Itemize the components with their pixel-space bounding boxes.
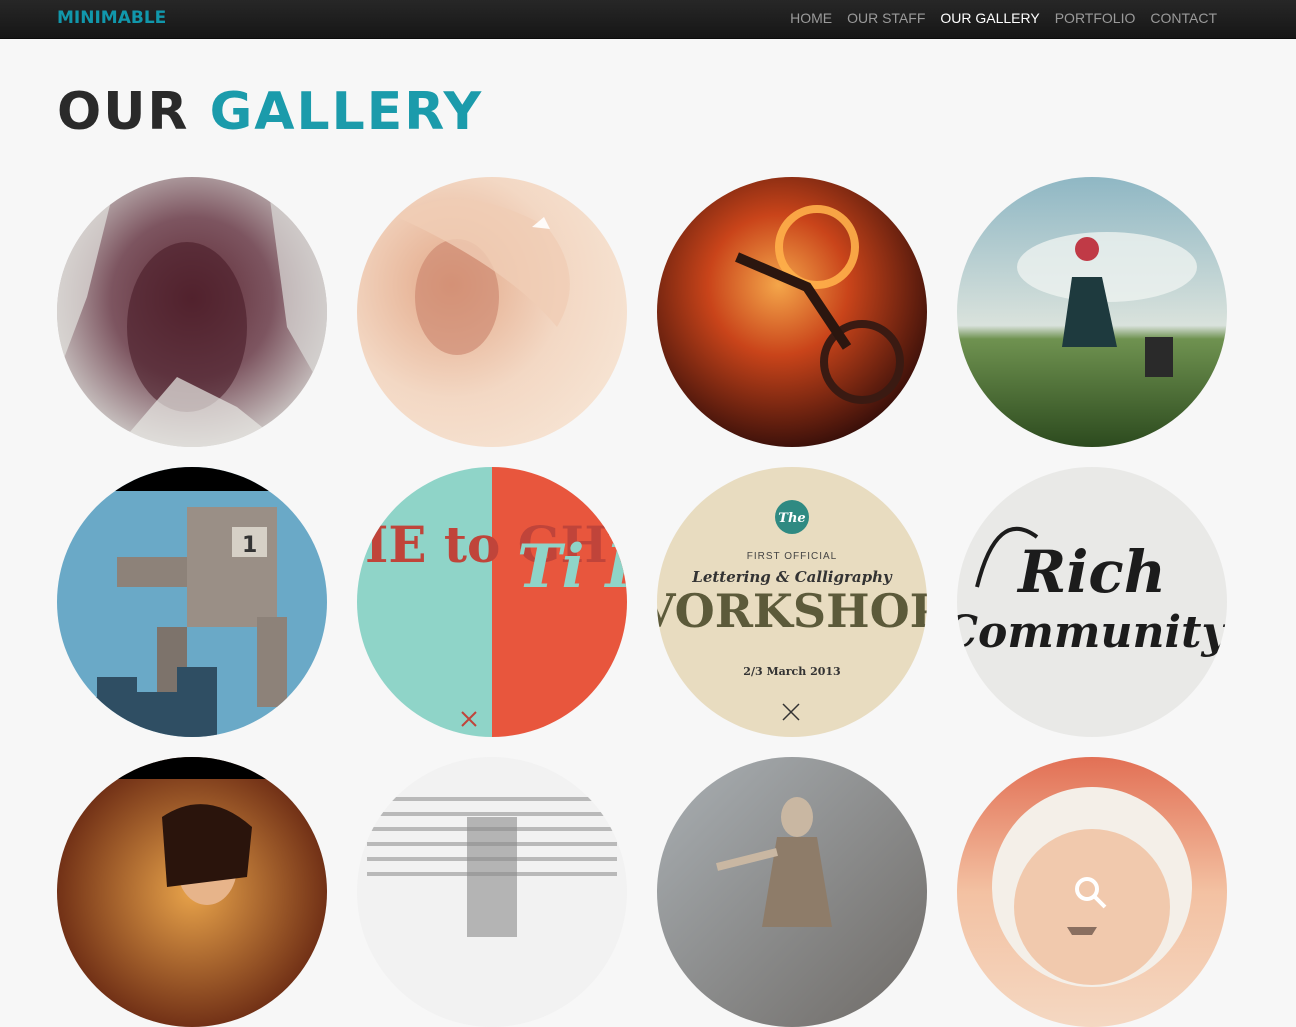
gallery-item-field-woman[interactable] [957, 177, 1227, 447]
gallery-item-lettering-workshop[interactable]: The FIRST OFFICIAL Lettering & Calligrap… [657, 467, 927, 737]
page-title-part1: OUR [57, 82, 190, 142]
poster-right-text: Ti Fi [517, 532, 627, 602]
gallery-item-dancer[interactable] [657, 757, 927, 1027]
calligraphy-line1: Rich [1016, 538, 1166, 606]
brand-logo[interactable]: MINIMABLE [57, 8, 166, 28]
gallery-item-calligraphy-logo[interactable]: Rich Community [957, 467, 1227, 737]
top-navbar: MINIMABLE HOME OUR STAFF OUR GALLERY POR… [0, 0, 1296, 39]
robot-number-label: 1 [242, 533, 257, 558]
nav-item-home[interactable]: HOME [790, 10, 832, 26]
nav-item-portfolio[interactable]: PORTFOLIO [1055, 10, 1136, 26]
workshop-badge: The [778, 511, 805, 526]
page-title: OUR GALLERY [57, 82, 483, 142]
nav-item-contact[interactable]: CONTACT [1150, 10, 1217, 26]
calligraphy-line2: Community [957, 607, 1227, 658]
gallery-item-robot[interactable]: 1 [57, 467, 327, 737]
gallery-item-text-collage[interactable] [357, 757, 627, 1027]
page-title-part2: GALLERY [209, 82, 484, 142]
gallery-item-wonder-woman[interactable] [57, 757, 327, 1027]
workshop-line4: VORKSHOP [657, 584, 927, 638]
workshop-line2: FIRST OFFICIAL [747, 551, 838, 562]
nav-item-our-gallery[interactable]: OUR GALLERY [940, 10, 1039, 26]
gallery-item-astronaut-helmet[interactable] [957, 757, 1227, 1027]
gallery-item-abstract-portrait[interactable] [57, 177, 327, 447]
gallery-item-flaming-bike[interactable] [657, 177, 927, 447]
nav-item-our-staff[interactable]: OUR STAFF [847, 10, 925, 26]
main-nav: HOME OUR STAFF OUR GALLERY PORTFOLIO CON… [775, 10, 1217, 26]
gallery-item-woman-portrait[interactable] [357, 177, 627, 447]
gallery-item-typography-poster[interactable]: IE to GHT Ti Fi [357, 467, 627, 737]
workshop-line5: 2/3 March 2013 [743, 665, 840, 678]
